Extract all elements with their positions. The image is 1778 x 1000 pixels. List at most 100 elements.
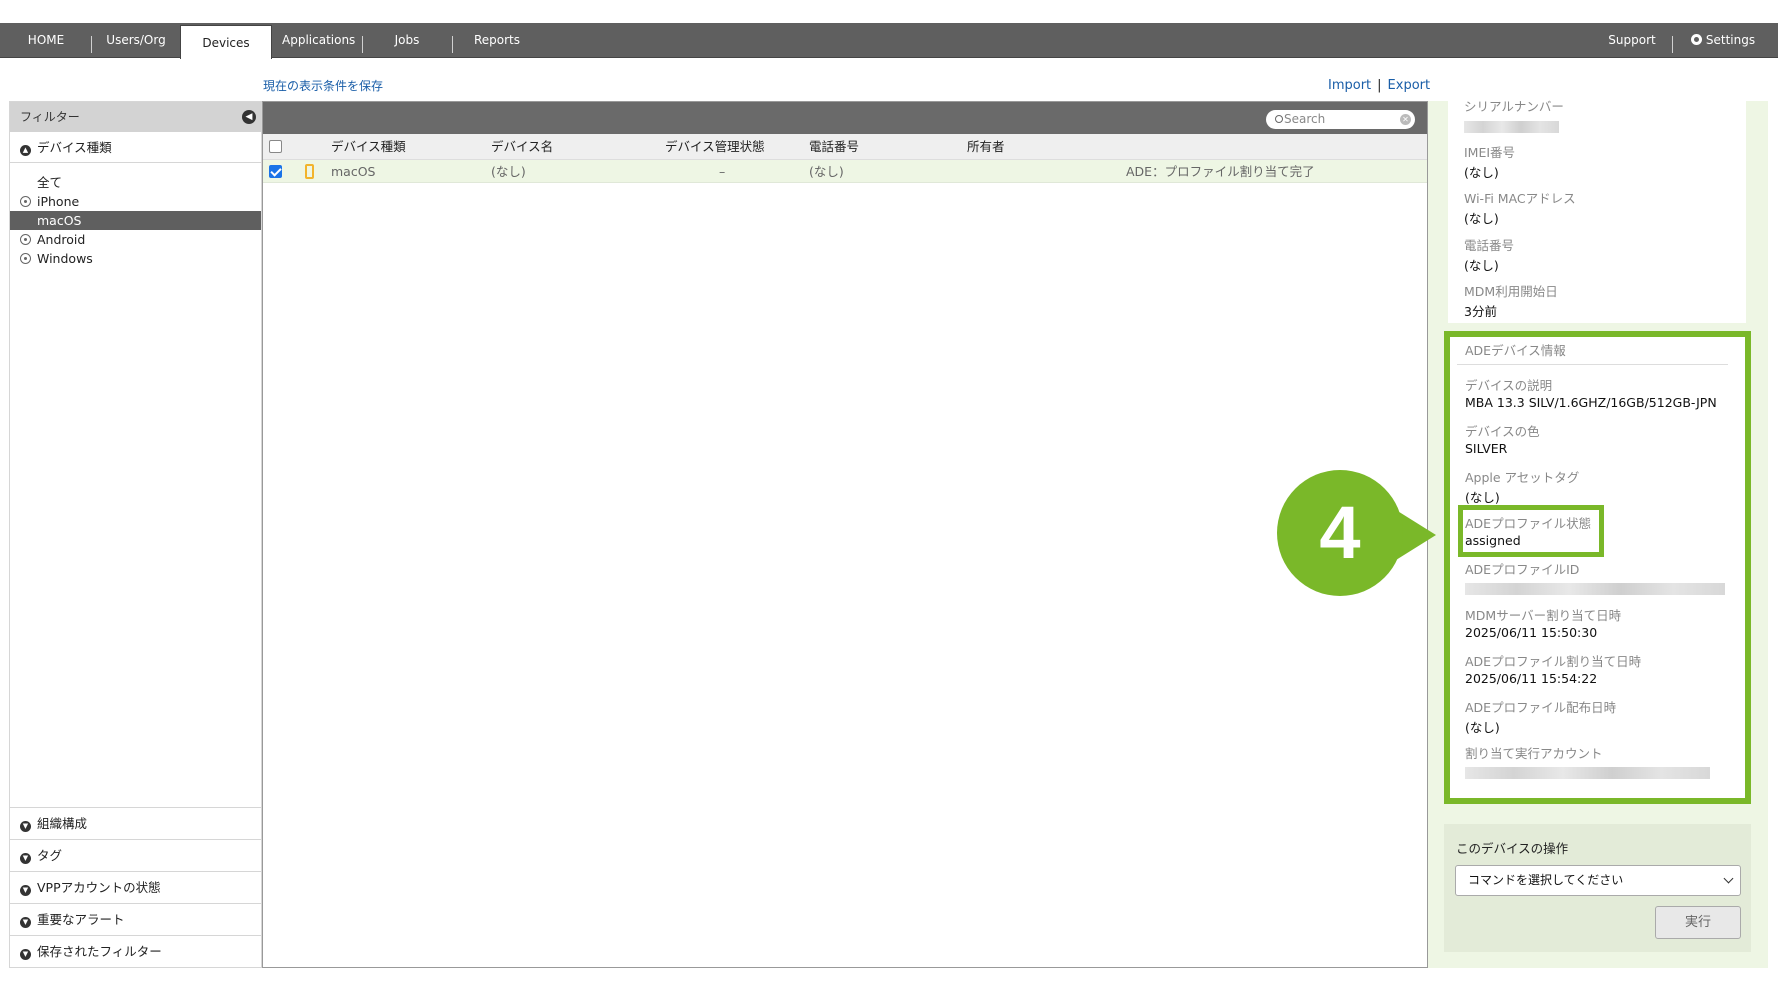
- sidebar-item-windows[interactable]: Windows: [10, 249, 261, 268]
- device-table-panel: Search ✕ デバイス種類 デバイス名 デバイス管理状態 電話番号 所有者 …: [262, 101, 1428, 968]
- device-info-card: シリアルナンバー IMEI番号 (なし) Wi-Fi MACアドレス (なし) …: [1448, 99, 1746, 323]
- chevron-down-icon: ▼: [20, 853, 31, 864]
- filter-sidebar: フィルター ◀ ▲ デバイス種類 全て iPhone macOS Android …: [9, 101, 262, 968]
- sidebar-item-label: iPhone: [37, 194, 80, 209]
- ade-divider: [1457, 364, 1728, 365]
- ade-profile-assign-label: ADEプロファイル割り当て日時: [1465, 654, 1642, 669]
- imei-value: (なし): [1464, 165, 1499, 180]
- sidebar-item-macos[interactable]: macOS: [10, 211, 261, 230]
- sidebar-item-iphone[interactable]: iPhone: [10, 192, 261, 211]
- ade-profile-push-label: ADEプロファイル配布日時: [1465, 700, 1617, 715]
- nav-settings[interactable]: Settings: [1690, 23, 1756, 58]
- ade-asset-label: Apple アセットタグ: [1465, 470, 1580, 485]
- section-label: タグ: [37, 848, 63, 863]
- row-checkbox[interactable]: [269, 165, 282, 178]
- ade-desc-label: デバイスの説明: [1465, 378, 1553, 393]
- phone-value: (なし): [1464, 258, 1499, 273]
- export-link[interactable]: Export: [1388, 78, 1431, 93]
- section-device-type[interactable]: ▲ デバイス種類: [10, 132, 261, 163]
- serial-label: シリアルナンバー: [1464, 99, 1564, 114]
- section-org[interactable]: ▼ 組織構成: [10, 807, 261, 839]
- save-view-link[interactable]: 現在の表示条件を保存: [263, 77, 383, 94]
- nav-applications[interactable]: Applications: [282, 23, 355, 58]
- cell-device-type: macOS: [331, 164, 376, 179]
- nav-support[interactable]: Support: [1602, 23, 1662, 58]
- select-all-checkbox[interactable]: [269, 140, 282, 153]
- sidebar-item-label: Android: [37, 232, 86, 247]
- imei-label: IMEI番号: [1464, 145, 1516, 160]
- link-separator: |: [1377, 78, 1382, 93]
- sidebar-bottom-sections: ▼ 組織構成 ▼ タグ ▼ VPPアカウントの状態 ▼ 重要なアラート ▼ 保存されたフィ…: [10, 807, 261, 967]
- section-saved-filters[interactable]: ▼ 保存されたフィルター: [10, 935, 261, 967]
- search-placeholder: Search: [1284, 112, 1326, 126]
- nav-separator: [452, 36, 453, 53]
- section-label: 組織構成: [37, 816, 88, 831]
- command-select-value: コマンドを選択してください: [1468, 873, 1624, 887]
- ade-profile-push-value: (なし): [1465, 720, 1500, 735]
- search-input[interactable]: Search ✕: [1266, 110, 1415, 129]
- sidebar-item-all[interactable]: 全て: [10, 173, 261, 192]
- operations-title: このデバイスの操作: [1456, 841, 1569, 856]
- mdm-start-label: MDM利用開始日: [1464, 284, 1558, 299]
- run-button[interactable]: 実行: [1655, 906, 1741, 939]
- import-link[interactable]: Import: [1328, 78, 1371, 93]
- nav-home[interactable]: HOME: [18, 23, 74, 58]
- nav-separator: [362, 36, 363, 53]
- ade-color-value: SILVER: [1465, 441, 1508, 456]
- mdm-start-value: 3分前: [1464, 304, 1497, 319]
- cell-status: ADE：プロファイル割り当て完了: [1126, 164, 1315, 179]
- clear-search-icon[interactable]: ✕: [1400, 114, 1411, 125]
- section-tag[interactable]: ▼ タグ: [10, 839, 261, 871]
- expand-icon: [20, 234, 31, 245]
- ade-title: ADEデバイス情報: [1465, 343, 1566, 358]
- command-select[interactable]: コマンドを選択してください: [1455, 865, 1741, 896]
- search-icon: [1275, 115, 1283, 123]
- nav-settings-label: Settings: [1705, 33, 1756, 47]
- ade-profile-state-label: ADEプロファイル状態: [1465, 516, 1592, 531]
- ade-profile-id-redacted: [1465, 583, 1725, 595]
- chevron-down-icon: ▼: [20, 949, 31, 960]
- table-header: デバイス種類 デバイス名 デバイス管理状態 電話番号 所有者: [263, 134, 1427, 160]
- col-mgmt-state[interactable]: デバイス管理状態: [665, 134, 765, 160]
- nav-separator: [91, 36, 92, 53]
- device-type-list: 全て iPhone macOS Android Windows: [10, 163, 261, 268]
- nav-devices[interactable]: Devices: [180, 25, 272, 59]
- nav-jobs[interactable]: Jobs: [384, 23, 430, 58]
- col-device-type[interactable]: デバイス種類: [331, 134, 406, 160]
- chevron-down-icon: ▼: [20, 885, 31, 896]
- ade-account-redacted: [1465, 767, 1710, 779]
- cell-device-name: (なし): [491, 164, 526, 179]
- ade-profile-state-value: assigned: [1465, 533, 1521, 548]
- sidebar-item-label: macOS: [37, 213, 82, 228]
- col-phone[interactable]: 電話番号: [809, 134, 859, 160]
- expand-icon: [20, 196, 31, 207]
- nav-users[interactable]: Users/Org: [100, 23, 172, 58]
- gear-icon: [1690, 34, 1702, 45]
- col-device-name[interactable]: デバイス名: [491, 134, 553, 160]
- top-nav: HOME Users/Org Devices Applications Jobs…: [0, 23, 1778, 59]
- wifi-label: Wi-Fi MACアドレス: [1464, 191, 1576, 206]
- ade-account-label: 割り当て実行アカウント: [1465, 746, 1603, 761]
- expand-icon: [20, 253, 31, 264]
- step-badge: 4: [1277, 470, 1403, 596]
- chevron-down-icon: [1723, 873, 1734, 884]
- phone-label: 電話番号: [1464, 238, 1515, 253]
- ade-color-label: デバイスの色: [1465, 424, 1540, 439]
- col-owner[interactable]: 所有者: [967, 134, 1005, 160]
- section-alerts[interactable]: ▼ 重要なアラート: [10, 903, 261, 935]
- section-label: デバイス種類: [37, 140, 112, 155]
- collapse-sidebar-icon[interactable]: ◀: [242, 110, 256, 124]
- wifi-value: (なし): [1464, 211, 1499, 226]
- section-vpp[interactable]: ▼ VPPアカウントの状態: [10, 871, 261, 903]
- section-label: 保存されたフィルター: [37, 944, 162, 959]
- device-icon: [305, 164, 314, 179]
- ade-profile-id-label: ADEプロファイルID: [1465, 562, 1580, 577]
- table-toolbar: Search ✕: [263, 102, 1427, 134]
- nav-reports[interactable]: Reports: [470, 23, 524, 58]
- table-row[interactable]: macOS (なし) – (なし) ADE：プロファイル割り当て完了: [263, 160, 1427, 183]
- sidebar-item-android[interactable]: Android: [10, 230, 261, 249]
- ade-mdm-assign-value: 2025/06/11 15:50:30: [1465, 625, 1598, 640]
- cell-phone: (なし): [809, 164, 844, 179]
- device-operations: このデバイスの操作 コマンドを選択してください 実行: [1444, 824, 1751, 952]
- cell-mgmt-state: –: [719, 164, 726, 179]
